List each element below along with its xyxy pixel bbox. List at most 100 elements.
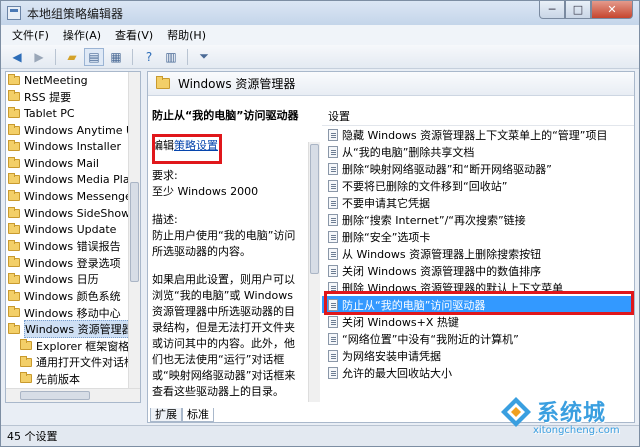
setting-row[interactable]: 删除“映射网络驱动器”和“断开网络驱动器” [322, 160, 634, 177]
watermark-brand: 系统城 [537, 401, 607, 426]
show-hide-tree-icon[interactable]: ▤ [84, 47, 104, 66]
setting-row[interactable]: 允许的最大回收站大小 [322, 364, 634, 381]
menu-action[interactable]: 操作(A) [56, 27, 108, 43]
tree-item-label: NetMeeting [24, 73, 88, 87]
folder-icon [8, 256, 20, 268]
window-title: 本地组策略编辑器 [27, 6, 124, 21]
tree-item-label: Windows SideShow [24, 206, 131, 220]
tree-item[interactable]: Windows 颜色系统 [6, 288, 140, 305]
title-bar[interactable]: 本地组策略编辑器 ─ □ ✕ [1, 1, 639, 25]
policy-setting-icon [328, 264, 338, 277]
up-folder-icon[interactable]: ▰ [62, 48, 82, 66]
close-button[interactable]: ✕ [591, 1, 633, 19]
tree-item-label: Windows Mail [24, 156, 99, 170]
menu-file[interactable]: 文件(F) [5, 27, 56, 43]
setting-row[interactable]: 为网络安装申请凭据 [322, 347, 634, 364]
tree-vertical-scrollbar[interactable] [128, 72, 140, 388]
export-list-icon[interactable]: ▦ [106, 48, 126, 66]
scroll-thumb[interactable] [130, 182, 139, 282]
properties-icon[interactable]: ▥ [161, 48, 181, 66]
tree-item-label: Windows 日历 [24, 273, 99, 287]
tab-extended[interactable]: 扩展 [150, 408, 182, 422]
tree-list: NetMeeting RSS 提要 Tablet PC Windows Anytime… [6, 72, 140, 402]
policy-setting-icon [328, 196, 338, 209]
menu-view[interactable]: 查看(V) [108, 27, 160, 43]
requirements-value: 至少 Windows 2000 [152, 185, 259, 198]
minimize-button[interactable]: ─ [539, 1, 565, 19]
tree-item[interactable]: Windows Installer [6, 138, 140, 155]
window-controls: ─ □ ✕ [539, 1, 633, 19]
folder-icon [8, 272, 20, 284]
settings-list-panel: 设置 隐藏 Windows 资源管理器上下文菜单上的“管理”项目从“我的电脑”删… [322, 108, 634, 408]
tree-item[interactable]: Windows 登录选项 [6, 255, 140, 272]
folder-icon [8, 223, 20, 235]
tree-item[interactable]: Windows Update [6, 221, 140, 238]
tree-horizontal-scrollbar[interactable] [6, 388, 140, 402]
scroll-thumb[interactable] [20, 391, 90, 400]
tree-item[interactable]: Explorer 框架窗格 [6, 338, 140, 355]
setting-label: 删除“搜索 Internet”/“再次搜索”链接 [342, 213, 526, 227]
tree-item[interactable]: Windows 错误报告 [6, 238, 140, 255]
requirements-label: 要求: [152, 169, 178, 182]
folder-icon [8, 123, 20, 135]
folder-icon [20, 372, 32, 384]
tree-item[interactable]: Windows Messenger [6, 188, 140, 205]
filter-icon[interactable]: ⏷ [194, 48, 214, 66]
policy-setting-icon [328, 366, 338, 379]
settings-column-header[interactable]: 设置 [322, 108, 634, 126]
policy-setting-icon [328, 179, 338, 192]
setting-label: 从“我的电脑”删除共享文档 [342, 145, 475, 159]
tree-item[interactable]: Windows Mail [6, 155, 140, 172]
setting-row[interactable]: 不要申请其它凭据 [322, 194, 634, 211]
tree-item-label: Tablet PC [24, 106, 75, 120]
tree-item-label: Windows Update [24, 223, 117, 237]
tab-standard[interactable]: 标准 [182, 408, 214, 422]
description: 描述: 防止用户使用“我的电脑”访问所选驱动器的内容。 [152, 212, 302, 260]
folder-icon [8, 239, 20, 251]
tree-item-label: Windows Media Playe [24, 173, 141, 187]
setting-label: 删除“安全”选项卡 [342, 230, 431, 244]
tree-item-label: Windows 移动中心 [24, 306, 121, 320]
policy-setting-icon [328, 145, 338, 158]
forward-icon[interactable]: ▶ [29, 48, 49, 66]
status-text: 45 个设置 [7, 430, 58, 443]
folder-icon [8, 90, 20, 102]
setting-row[interactable]: 删除“安全”选项卡 [322, 228, 634, 245]
help-icon[interactable]: ? [139, 48, 159, 66]
setting-row[interactable]: 隐藏 Windows 资源管理器上下文菜单上的“管理”项目 [322, 126, 634, 143]
tree-item[interactable]: RSS 提要 [6, 89, 140, 106]
tree-item[interactable]: Windows 资源管理器 [6, 320, 140, 339]
tree-item-label: Windows 资源管理器 [24, 320, 134, 339]
tree-item[interactable]: Windows 移动中心 [6, 304, 140, 321]
tree-item[interactable]: Windows SideShow [6, 205, 140, 222]
setting-label: 不要将已删除的文件移到“回收站” [342, 179, 508, 193]
policy-setting-icon [328, 349, 338, 362]
menu-help[interactable]: 帮助(H) [160, 27, 213, 43]
back-icon[interactable]: ◀ [7, 48, 27, 66]
tree-item[interactable]: 先前版本 [6, 371, 140, 388]
tree-item[interactable]: Windows Anytime Upg [6, 122, 140, 139]
setting-label: 删除“映射网络驱动器”和“断开网络驱动器” [342, 162, 552, 176]
tree-item[interactable]: Windows 日历 [6, 271, 140, 288]
setting-row[interactable]: 关闭 Windows 资源管理器中的数值排序 [322, 262, 634, 279]
policy-setting-icon [328, 213, 338, 226]
tree-item[interactable]: Tablet PC [6, 105, 140, 122]
watermark: 系统城 xitongcheng.com [499, 393, 639, 447]
setting-row[interactable]: 不要将已删除的文件移到“回收站” [322, 177, 634, 194]
scroll-thumb[interactable] [310, 144, 319, 274]
setting-row[interactable]: 关闭 Windows+X 热键 [322, 313, 634, 330]
description-scrollbar[interactable] [308, 142, 320, 402]
tree-item-label: 先前版本 [36, 372, 80, 386]
maximize-button[interactable]: □ [565, 1, 591, 19]
tree-item[interactable]: Windows Media Playe [6, 172, 140, 189]
setting-row[interactable]: 从“我的电脑”删除共享文档 [322, 143, 634, 160]
setting-row[interactable]: 从 Windows 资源管理器上删除搜索按钮 [322, 245, 634, 262]
tree-item[interactable]: 通用打开文件对话框 [6, 354, 140, 371]
folder-icon [8, 156, 20, 168]
description-label: 描述: [152, 213, 178, 226]
setting-row[interactable]: 删除“搜索 Internet”/“再次搜索”链接 [322, 211, 634, 228]
setting-row[interactable]: “网络位置”中没有“我附近的计算机” [322, 330, 634, 347]
tree-item-label: Windows 颜色系统 [24, 290, 121, 304]
setting-label: 关闭 Windows+X 热键 [342, 315, 459, 329]
tree-item[interactable]: NetMeeting [6, 72, 140, 89]
